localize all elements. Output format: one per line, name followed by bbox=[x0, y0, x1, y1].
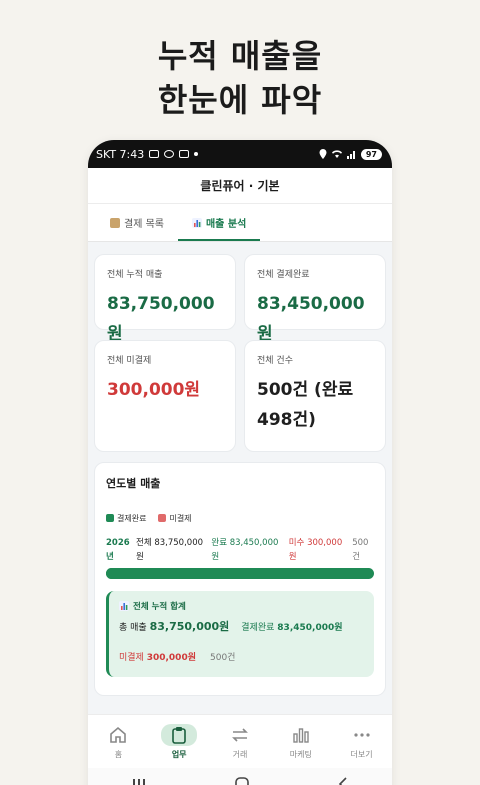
tab-label: 결제 목록 bbox=[124, 219, 164, 230]
year-total: 전체 83,750,000원 bbox=[136, 538, 204, 562]
legend-unpaid: 미결제 bbox=[158, 513, 192, 524]
bottom-navigation: 홈 업무 거래 마케팅 더보기 bbox=[88, 714, 392, 768]
summary-count: 500건 bbox=[210, 653, 236, 663]
nav-marketing[interactable]: 마케팅 bbox=[273, 724, 329, 760]
legend: 결제완료 미결제 bbox=[106, 513, 374, 524]
home-icon bbox=[110, 726, 127, 743]
swap-icon bbox=[232, 727, 248, 742]
wifi-icon bbox=[331, 150, 342, 158]
total-count-value: 500건 (완료 498건) bbox=[257, 380, 354, 430]
screenshot-icon bbox=[179, 150, 190, 158]
more-icon bbox=[353, 732, 370, 737]
total-unpaid-value: 300,000원 bbox=[107, 380, 201, 400]
summary-paid: 결제완료 83,450,000원 bbox=[241, 623, 343, 633]
section-title: 연도별 매출 bbox=[106, 477, 161, 490]
bar-chart-icon bbox=[119, 601, 129, 611]
summary-title: 전체 누적 합계 bbox=[119, 600, 364, 612]
nav-work[interactable]: 업무 bbox=[151, 723, 207, 760]
card-label: 전체 건수 bbox=[257, 356, 293, 366]
year-progress-bar bbox=[106, 568, 374, 579]
tab-sales-analysis[interactable]: 매출 분석 bbox=[177, 215, 261, 241]
sales-analysis-content: 전체 누적 매출 83,750,000원 전체 결제완료 83,450,000원… bbox=[88, 242, 392, 696]
notification-dot-icon bbox=[194, 152, 199, 156]
headline-line-1: 누적 매출을 bbox=[157, 37, 323, 75]
bar-chart-icon bbox=[191, 217, 202, 228]
nav-more[interactable]: 더보기 bbox=[334, 724, 390, 760]
location-icon bbox=[319, 149, 327, 159]
legend-paid: 결제완료 bbox=[106, 513, 146, 524]
tab-payment-list[interactable]: 결제 목록 bbox=[96, 215, 178, 241]
system-navigation-bar bbox=[88, 768, 392, 785]
app-bar-title: 클린퓨어 · 기본 bbox=[200, 179, 280, 193]
carrier-time: SKT 7:43 bbox=[96, 147, 145, 161]
status-bar: SKT 7:43 97 bbox=[88, 140, 392, 168]
card-label: 전체 미결제 bbox=[107, 356, 152, 366]
total-paid-card: 전체 결제완료 83,450,000원 bbox=[244, 254, 386, 344]
tab-bar: 결제 목록 매출 분석 bbox=[88, 204, 392, 242]
promo-headline: 누적 매출을 한눈에 파악 bbox=[0, 34, 480, 122]
year-label: 2026년 bbox=[106, 538, 130, 562]
tab-label: 매출 분석 bbox=[205, 219, 247, 230]
bar-chart-icon bbox=[293, 727, 309, 743]
signal-icon bbox=[346, 151, 355, 159]
year-row: 2026년 전체 83,750,000원 완료 83,450,000원 미수 3… bbox=[106, 536, 374, 564]
battery-icon: 97 bbox=[360, 148, 382, 160]
recent-apps-icon[interactable] bbox=[132, 778, 146, 785]
nav-home[interactable]: 홈 bbox=[90, 724, 146, 760]
year-count: 500건 bbox=[352, 538, 369, 562]
nav-transactions[interactable]: 거래 bbox=[212, 724, 268, 760]
back-icon[interactable] bbox=[338, 777, 348, 785]
card-label: 전체 누적 매출 bbox=[107, 270, 163, 280]
year-unpaid: 미수 300,000원 bbox=[288, 538, 343, 562]
home-button-icon[interactable] bbox=[235, 777, 249, 785]
summary-total: 총 매출 83,750,000원 bbox=[119, 620, 230, 633]
phone-frame: SKT 7:43 97 클린퓨어 · 기본 결제 목록 매출 분석 전체 누적 bbox=[88, 140, 392, 785]
paid-fill bbox=[106, 568, 373, 579]
year-paid: 완료 83,450,000원 bbox=[211, 538, 279, 562]
total-count-card: 전체 건수 500건 (완료 498건) bbox=[244, 340, 386, 452]
total-sales-card: 전체 누적 매출 83,750,000원 bbox=[94, 254, 236, 344]
clipboard-icon bbox=[172, 726, 186, 744]
clipboard-icon bbox=[110, 217, 120, 228]
summary-unpaid: 미결제 300,000원 bbox=[119, 653, 196, 663]
message-icon bbox=[149, 150, 160, 158]
cumulative-summary: 전체 누적 합계 총 매출 83,750,000원 결제완료 83,450,00… bbox=[106, 591, 374, 677]
headline-line-2: 한눈에 파악 bbox=[157, 81, 323, 119]
total-unpaid-card: 전체 미결제 300,000원 bbox=[94, 340, 236, 452]
link-icon bbox=[164, 150, 175, 158]
card-label: 전체 결제완료 bbox=[257, 270, 310, 280]
app-bar: 클린퓨어 · 기본 bbox=[88, 168, 392, 204]
yearly-sales-section: 연도별 매출 결제완료 미결제 2026년 전체 83,750,000원 완료 … bbox=[94, 462, 386, 696]
